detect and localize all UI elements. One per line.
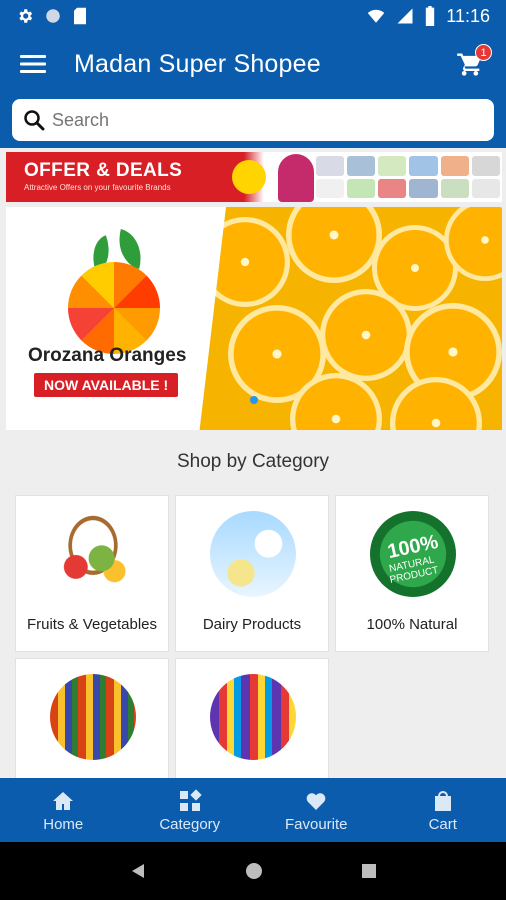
nav-home[interactable]: Home xyxy=(0,778,127,842)
search-bar-container xyxy=(0,96,506,148)
brand-logo xyxy=(347,178,376,198)
status-icons-left xyxy=(16,7,88,25)
brand-logo xyxy=(440,178,469,198)
nav-label: Category xyxy=(159,815,221,833)
orange-slices-image xyxy=(194,207,502,430)
brand-logo xyxy=(347,156,376,176)
battery-icon xyxy=(426,6,435,26)
nav-label: Cart xyxy=(428,815,457,833)
brand-logo xyxy=(378,178,407,198)
category-card-fruits[interactable]: Fruits & Vegetables xyxy=(15,495,169,652)
signal-icon xyxy=(397,8,413,24)
natural-product-badge-image: 100% NATURAL PRODUCT xyxy=(370,511,456,597)
app-bar: Madan Super Shopee 1 xyxy=(0,32,506,96)
cart-count-badge: 1 xyxy=(475,44,492,61)
status-icons-right: 11:16 xyxy=(366,6,490,27)
offer-badge-graphic xyxy=(232,160,266,194)
offer-title: OFFER & DEALS xyxy=(24,160,183,181)
brand-logo xyxy=(471,156,500,176)
clock: 11:16 xyxy=(446,5,490,26)
orange-slice xyxy=(320,289,412,381)
section-title: Shop by Category xyxy=(176,451,330,472)
carousel-indicator[interactable] xyxy=(250,396,258,404)
nav-category[interactable]: Category xyxy=(127,778,254,842)
home-icon xyxy=(53,791,74,810)
menu-icon[interactable] xyxy=(20,53,46,75)
offer-deals-banner[interactable]: OFFER & DEALS Attractive Offers on your … xyxy=(6,152,502,202)
hero-brand-panel: Orozana Oranges NOW AVAILABLE ! xyxy=(6,207,226,430)
category-card-dairy[interactable]: Dairy Products xyxy=(175,495,329,652)
home-circle-icon[interactable] xyxy=(245,862,263,880)
brand-logo xyxy=(409,178,438,198)
nav-favourite[interactable]: Favourite xyxy=(253,778,380,842)
hero-availability-badge: NOW AVAILABLE ! xyxy=(34,373,179,397)
nav-cart[interactable]: Cart xyxy=(380,778,506,842)
orange-slice xyxy=(286,207,382,283)
cart-button[interactable]: 1 xyxy=(454,44,492,80)
search-box[interactable] xyxy=(12,99,494,141)
dairy-image xyxy=(210,511,296,597)
grocery-shelf-image xyxy=(50,674,136,760)
status-bar: 11:16 xyxy=(0,0,506,32)
category-label: 100% Natural xyxy=(366,616,458,633)
snack-packets-image xyxy=(210,674,296,760)
search-icon xyxy=(24,110,45,131)
offer-subtitle: Attractive Offers on your favourite Bran… xyxy=(24,183,171,192)
search-input[interactable] xyxy=(52,109,484,131)
category-icon xyxy=(179,788,202,811)
orange-logo-icon xyxy=(68,262,160,354)
brand-logo xyxy=(316,178,345,198)
back-icon[interactable] xyxy=(129,862,147,880)
bag-icon xyxy=(434,790,451,811)
app-title: Madan Super Shopee xyxy=(74,49,321,78)
category-label: Dairy Products xyxy=(202,616,302,633)
brand-logos xyxy=(316,156,500,198)
heart-icon xyxy=(306,792,326,810)
category-card-natural[interactable]: 100% NATURAL PRODUCT 100% Natural xyxy=(335,495,489,652)
fruits-basket-image xyxy=(50,511,136,597)
android-navigation-bar xyxy=(0,842,506,900)
nav-label: Home xyxy=(43,815,84,833)
category-grid: Fruits & Vegetables Dairy Products 100% … xyxy=(15,495,492,815)
circle-status-icon xyxy=(46,9,60,23)
recent-apps-icon[interactable] xyxy=(361,863,377,879)
wifi-icon xyxy=(368,9,385,23)
nav-label: Favourite xyxy=(284,815,348,833)
brand-logo xyxy=(471,178,500,198)
sd-card-icon xyxy=(74,7,86,25)
settings-icon xyxy=(19,9,33,23)
brand-logo xyxy=(440,156,469,176)
hero-brand-name: Orozana Oranges xyxy=(28,345,187,366)
hero-banner[interactable]: Orozana Oranges NOW AVAILABLE ! xyxy=(6,207,502,430)
brand-logo xyxy=(409,156,438,176)
offer-person-image xyxy=(278,154,314,202)
category-label: Fruits & Vegetables xyxy=(26,616,158,633)
brand-logo xyxy=(378,156,407,176)
brand-logo xyxy=(316,156,345,176)
bottom-navigation: Home Category Favourite Cart xyxy=(0,778,506,842)
